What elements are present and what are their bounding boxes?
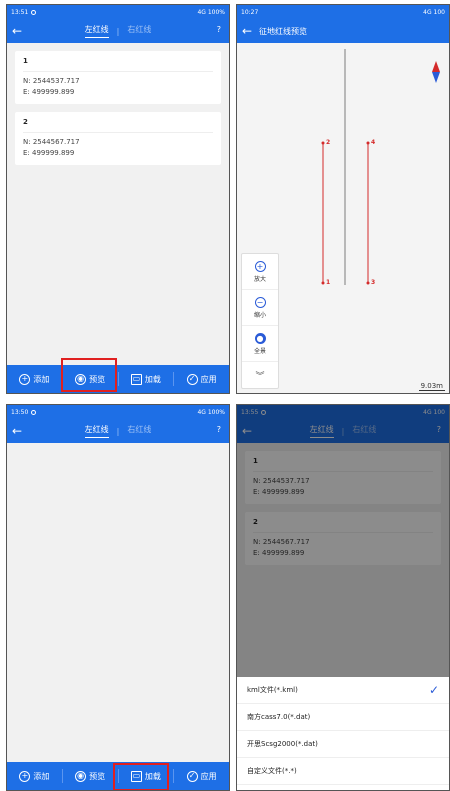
tab-right-redline[interactable]: 右红线 <box>127 424 151 438</box>
screen-left-redline-list: 13:51 4G 100% ← 左红线 | 右红线 ? 1 N: 2544537… <box>6 4 230 394</box>
point-label-3: 3 <box>371 279 376 286</box>
app-bar: ← 征地红线预览 <box>237 19 449 43</box>
app-bar: ← 左红线 | 右红线 ? <box>7 19 229 43</box>
status-time: 13:50 <box>11 408 29 416</box>
status-bar: 13:51 4G 100% <box>7 5 229 19</box>
status-bar: 13:50 4G 100% <box>7 405 229 419</box>
list-item[interactable]: 1 N: 2544537.717 E: 499999.899 <box>15 51 221 104</box>
apply-button[interactable]: ✓ 应用 <box>174 769 229 783</box>
help-icon[interactable]: ? <box>217 425 221 434</box>
point-marker-3 <box>366 281 370 285</box>
preview-label: 预览 <box>89 771 106 781</box>
zoom-in-button[interactable]: + 放大 <box>242 254 278 290</box>
option-custom[interactable]: 自定义文件(*.*) <box>237 758 449 785</box>
preview-button[interactable]: ◉ 预览 <box>63 769 119 783</box>
full-extent-button[interactable]: ● 全景 <box>242 326 278 362</box>
compass-icon[interactable] <box>431 61 441 83</box>
point-label-2: 2 <box>326 139 331 146</box>
bottom-action-bar: + 添加 ◉ 预览 ▭ 加载 ✓ 应用 <box>7 365 229 393</box>
option-label: 自定义文件(*.*) <box>247 767 297 775</box>
check-circle-icon: ✓ <box>186 770 198 782</box>
notification-icon <box>31 9 37 15</box>
point-northing: N: 2544537.717 <box>23 77 80 85</box>
tab-left-redline[interactable]: 左红线 <box>84 24 109 38</box>
help-icon[interactable]: ? <box>217 25 221 34</box>
point-easting: E: 499999.899 <box>23 149 75 157</box>
screen-left-redline-empty: 13:50 4G 100% ← 左红线 | 右红线 ? + 添加 ◉ 预览 ▭ 加载 … <box>6 404 230 791</box>
add-button[interactable]: + 添加 <box>7 372 63 386</box>
option-label: 南方cass7.0(*.dat) <box>247 713 311 721</box>
screen-load-file-sheet: 13:55 4G 100 ← 左红线 | 右红线 ? 1 N: 2544537.… <box>236 404 450 791</box>
map-canvas[interactable]: 2 1 4 3 + 放大 − 缩小 ● 全景 ︾ 9.03m <box>237 43 449 393</box>
apply-label: 应用 <box>200 374 217 384</box>
back-arrow-icon[interactable]: ← <box>237 24 257 38</box>
scale-bar: 9.03m <box>418 382 445 391</box>
load-button[interactable]: ▭ 加载 <box>119 372 175 386</box>
option-scsg[interactable]: 开思Scsg2000(*.dat) <box>237 731 449 758</box>
status-indicators: 4G 100% <box>197 8 225 16</box>
notification-icon <box>31 409 37 415</box>
point-label-4: 4 <box>371 139 376 146</box>
status-indicators: 4G 100% <box>197 408 225 416</box>
add-button[interactable]: + 添加 <box>7 769 63 783</box>
zoom-out-button[interactable]: − 缩小 <box>242 290 278 326</box>
option-label: 开思Scsg2000(*.dat) <box>247 740 318 748</box>
checkmark-icon: ✓ <box>428 683 439 697</box>
double-chevron-down-icon: ︾ <box>255 371 265 382</box>
zoom-controls: + 放大 − 缩小 ● 全景 ︾ <box>241 253 279 389</box>
tab-left-redline[interactable]: 左红线 <box>84 424 109 438</box>
option-kml[interactable]: kml文件(*.kml) ✓ <box>237 677 449 704</box>
status-time: 10:27 <box>241 8 259 16</box>
load-label: 加载 <box>144 374 161 384</box>
add-label: 添加 <box>33 374 50 384</box>
status-indicators: 4G 100 <box>423 8 445 16</box>
collapse-button[interactable]: ︾ <box>242 362 278 388</box>
highlight-load-button <box>113 763 169 790</box>
tab-divider: | <box>116 426 120 436</box>
add-label: 添加 <box>33 771 50 781</box>
point-easting: E: 499999.899 <box>23 88 75 96</box>
check-circle-icon: ✓ <box>186 373 198 385</box>
file-icon: ▭ <box>130 373 142 385</box>
highlight-preview-button <box>61 358 117 392</box>
point-list-empty <box>7 443 229 762</box>
status-time: 13:51 <box>11 8 29 16</box>
plus-icon: + <box>19 770 31 782</box>
point-number: 2 <box>23 118 213 133</box>
globe-icon: ● <box>254 332 266 344</box>
zoom-out-label: 缩小 <box>253 311 266 319</box>
list-item[interactable]: 2 N: 2544567.717 E: 499999.899 <box>15 112 221 165</box>
zoom-in-icon: + <box>254 260 266 272</box>
zoom-in-label: 放大 <box>253 275 266 283</box>
page-title: 征地红线预览 <box>259 26 307 36</box>
option-cass[interactable]: 南方cass7.0(*.dat) <box>237 704 449 731</box>
plus-icon: + <box>19 373 31 385</box>
apply-label: 应用 <box>200 771 217 781</box>
point-number: 1 <box>23 57 213 72</box>
point-marker-1 <box>321 281 325 285</box>
point-list: 1 N: 2544537.717 E: 499999.899 2 N: 2544… <box>7 43 229 365</box>
screen-redline-preview: 10:27 4G 100 ← 征地红线预览 2 1 4 3 + 放大 − 缩小 ● 全… <box>236 4 450 394</box>
apply-button[interactable]: ✓ 应用 <box>174 372 229 386</box>
point-marker-4 <box>366 141 370 145</box>
status-bar: 10:27 4G 100 <box>237 5 449 19</box>
point-label-1: 1 <box>326 279 331 286</box>
point-marker-2 <box>321 141 325 145</box>
option-label: kml文件(*.kml) <box>247 686 298 694</box>
point-northing: N: 2544567.717 <box>23 138 80 146</box>
tab-divider: | <box>116 26 120 36</box>
tab-right-redline[interactable]: 右红线 <box>127 24 151 38</box>
app-bar: ← 左红线 | 右红线 ? <box>7 419 229 443</box>
zoom-out-icon: − <box>254 296 266 308</box>
file-type-sheet: kml文件(*.kml) ✓ 南方cass7.0(*.dat) 开思Scsg200… <box>237 677 449 790</box>
full-extent-label: 全景 <box>253 347 266 355</box>
eye-icon: ◉ <box>75 770 87 782</box>
